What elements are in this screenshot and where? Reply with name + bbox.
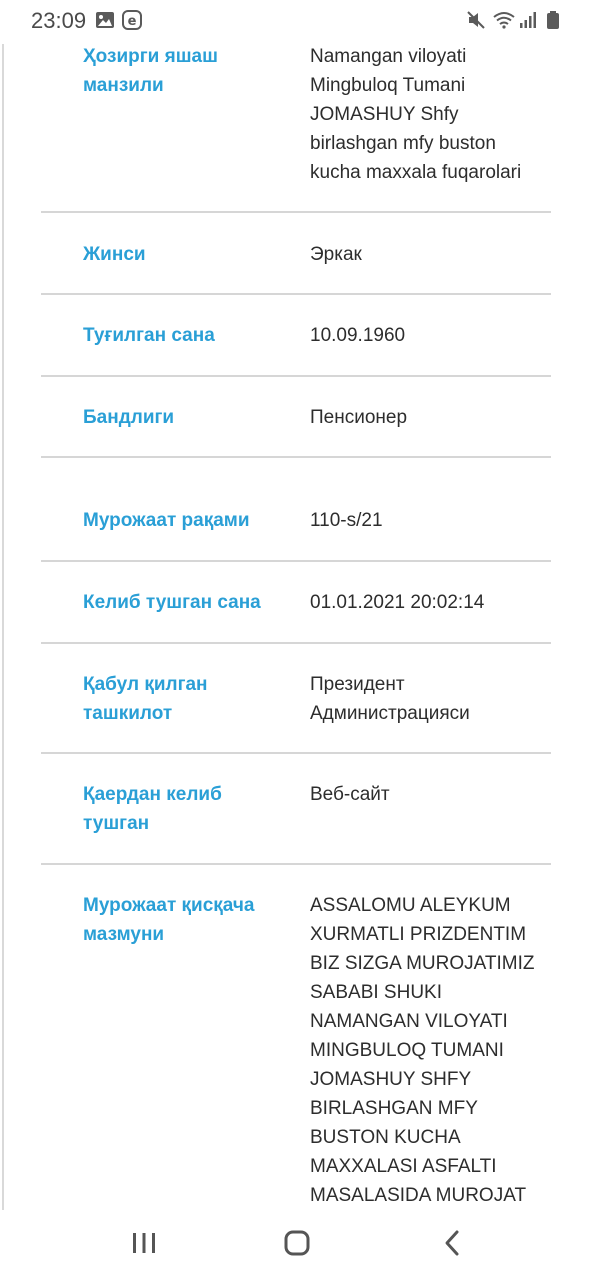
svg-text:e: e — [128, 14, 137, 29]
row-label: Мурожаат қисқача мазмуни — [83, 895, 255, 945]
status-time: 23:09 — [31, 8, 87, 33]
e-app-icon: e — [122, 10, 142, 35]
divider — [41, 375, 551, 377]
row-value: Эркак — [310, 244, 362, 265]
home-icon[interactable] — [283, 1228, 313, 1263]
divider — [41, 211, 551, 213]
row-label: Келиб тушган сана — [83, 592, 261, 613]
row-label: Бандлиги — [83, 407, 175, 428]
status-bar: 23:09 e — [0, 0, 591, 44]
row-label: Ҳозирги яшаш манзили — [83, 46, 218, 96]
row-value: Президент Администрацияси — [310, 674, 470, 724]
row-label: Қабул қилган ташкилот — [83, 674, 208, 724]
divider — [41, 560, 551, 562]
wifi-icon — [492, 10, 516, 35]
row-value: 01.01.2021 20:02:14 — [310, 592, 485, 613]
application-details: Ҳозирги яшаш манзили Namangan viloyati M… — [0, 44, 591, 1210]
navigation-bar — [0, 1210, 591, 1280]
divider — [41, 642, 551, 644]
divider — [41, 456, 551, 458]
row-value: Пенсионер — [310, 407, 408, 428]
row-label: Жинси — [83, 244, 146, 265]
divider — [41, 752, 551, 754]
row-value: 110-s/21 — [310, 510, 383, 531]
row-value: Namangan viloyati Mingbuloq Tumani JOMAS… — [310, 46, 522, 183]
row-value: 10.09.1960 — [310, 325, 406, 346]
signal-icon — [519, 10, 537, 35]
mute-icon — [466, 10, 486, 35]
divider — [41, 293, 551, 295]
gallery-icon — [95, 10, 115, 35]
recent-apps-icon[interactable] — [131, 1228, 157, 1263]
frame-border — [2, 44, 4, 1210]
back-icon[interactable] — [441, 1228, 463, 1263]
row-value: ASSALOMU ALEYKUM XURMATLI PRIZDENTIM BIZ… — [310, 895, 535, 1206]
battery-icon — [546, 10, 560, 35]
row-label: Туғилган сана — [83, 325, 215, 346]
row-value: Веб-сайт — [310, 784, 390, 805]
row-label: Қаердан келиб тушган — [83, 784, 222, 834]
divider — [41, 863, 551, 865]
row-label: Мурожаат рақами — [83, 510, 250, 531]
